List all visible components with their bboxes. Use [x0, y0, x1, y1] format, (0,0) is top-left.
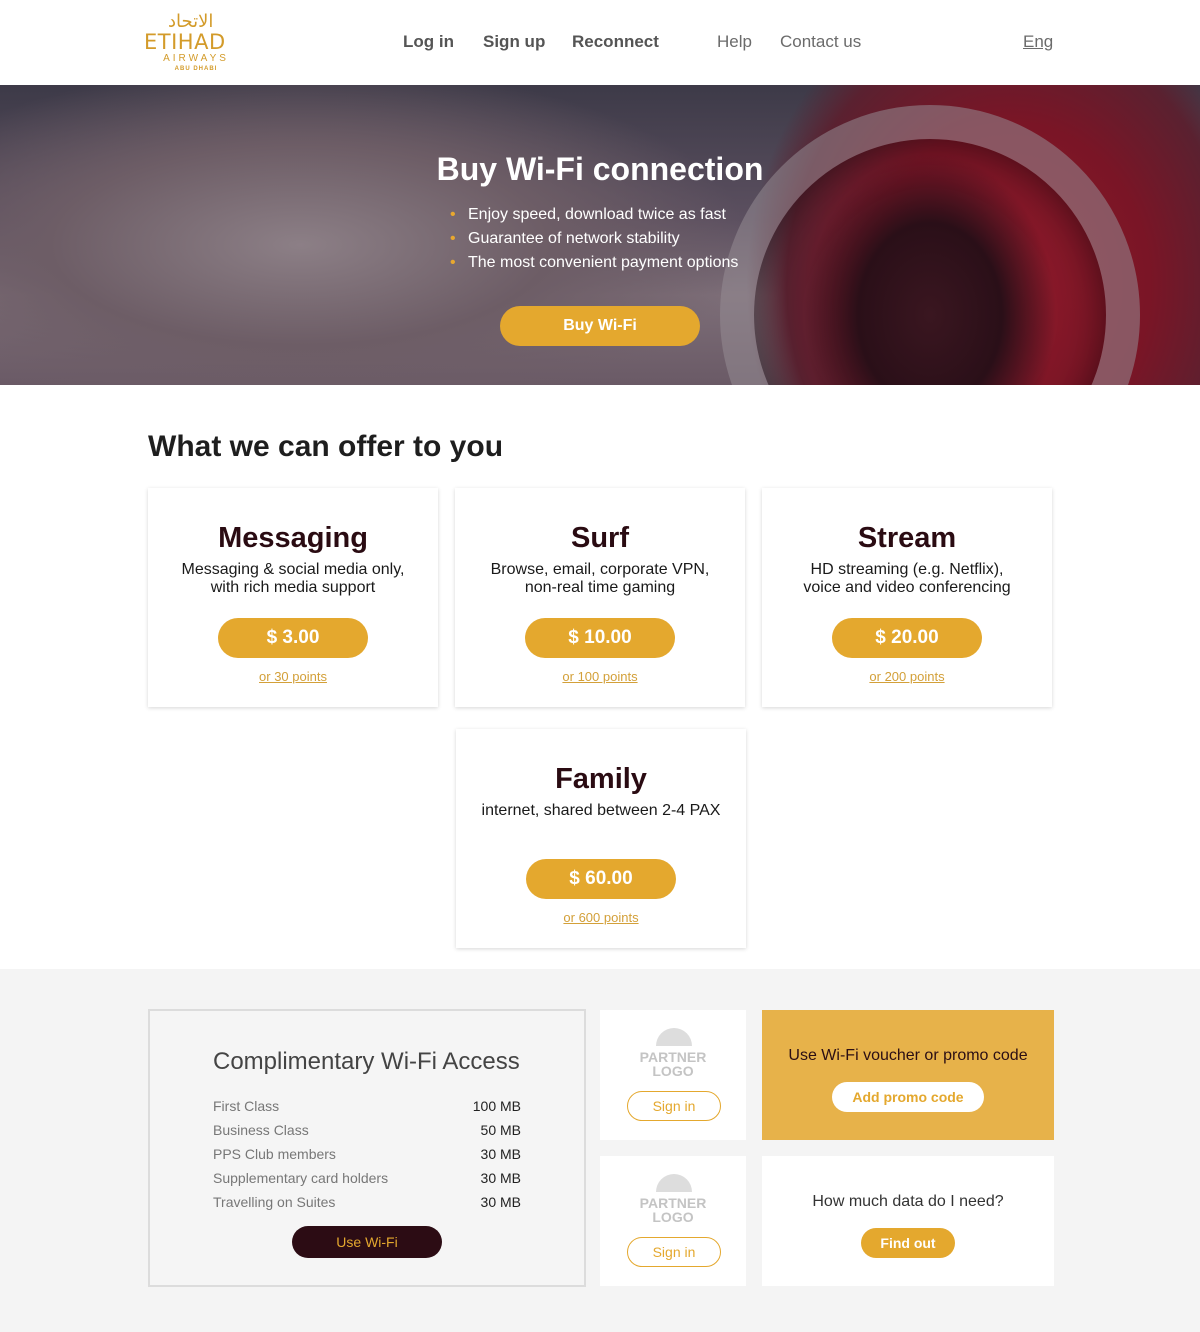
plan-description: internet, shared between 2-4 PAX: [466, 802, 736, 820]
plan-description: Messaging & social media only, with rich…: [158, 561, 428, 597]
site-header: الاتحاد ETIHAD AIRWAYS ABU DHABI Log in …: [0, 0, 1200, 85]
row-value: 50 MB: [480, 1122, 521, 1138]
complimentary-row: PPS Club members 30 MB: [213, 1144, 521, 1164]
plan-desc-line: Messaging & social media only,: [181, 561, 405, 578]
plan-card-stream: Stream HD streaming (e.g. Netflix), voic…: [762, 488, 1052, 707]
plan-description: Browse, email, corporate VPN, non-real t…: [465, 561, 735, 597]
plan-desc-line: voice and video conferencing: [803, 579, 1011, 596]
plan-card-family: Family internet, shared between 2-4 PAX …: [456, 729, 746, 948]
offers-title: What we can offer to you: [148, 430, 504, 463]
add-promo-code-button[interactable]: Add promo code: [832, 1082, 984, 1112]
hero-benefits-list: Enjoy speed, download twice as fast Guar…: [450, 203, 738, 275]
logo-airways: AIRWAYS: [163, 53, 229, 64]
plan-points-link[interactable]: or 30 points: [148, 669, 438, 685]
plan-card-surf: Surf Browse, email, corporate VPN, non-r…: [455, 488, 745, 707]
partner-logo: PARTNER LOGO: [600, 1050, 746, 1078]
row-value: 30 MB: [480, 1146, 521, 1162]
promo-title: Use Wi-Fi voucher or promo code: [788, 1047, 1028, 1064]
complimentary-row: Supplementary card holders 30 MB: [213, 1168, 521, 1188]
lower-section: Complimentary Wi-Fi Access First Class 1…: [0, 969, 1200, 1332]
partner-sign-in-button[interactable]: Sign in: [627, 1237, 721, 1267]
data-help-panel: How much data do I need? Find out: [762, 1156, 1054, 1286]
logo-arabic: الاتحاد: [168, 11, 214, 32]
plan-points-link[interactable]: or 600 points: [456, 910, 746, 926]
nav-help[interactable]: Help: [717, 31, 752, 53]
row-label: First Class: [213, 1098, 280, 1114]
complimentary-row: Business Class 50 MB: [213, 1120, 521, 1140]
plan-name: Surf: [571, 522, 629, 554]
plan-price-button[interactable]: $ 10.00: [525, 618, 675, 658]
row-value: 100 MB: [472, 1098, 521, 1114]
plan-card-messaging: Messaging Messaging & social media only,…: [148, 488, 438, 707]
plan-name: Family: [555, 763, 647, 795]
row-value: 30 MB: [480, 1170, 521, 1186]
buy-wifi-button[interactable]: Buy Wi-Fi: [500, 306, 700, 346]
data-help-title: How much data do I need?: [812, 1193, 1004, 1210]
hero-banner: Buy Wi-Fi connection Enjoy speed, downlo…: [0, 85, 1200, 385]
language-selector[interactable]: Eng: [1023, 31, 1053, 53]
find-out-button[interactable]: Find out: [861, 1228, 955, 1258]
partner-logo-line: LOGO: [652, 1063, 694, 1079]
nav-contact-us[interactable]: Contact us: [780, 31, 861, 53]
logo-city: ABU DHABI: [174, 66, 218, 72]
plan-desc-line: internet, shared between 2-4 PAX: [481, 802, 721, 819]
hero-title: Buy Wi-Fi connection: [436, 151, 764, 187]
row-value: 30 MB: [480, 1194, 521, 1210]
plan-price-button[interactable]: $ 20.00: [832, 618, 982, 658]
plan-desc-line: Browse, email, corporate VPN,: [490, 561, 710, 578]
use-wifi-button[interactable]: Use Wi-Fi: [292, 1226, 442, 1258]
plan-desc-line: HD streaming (e.g. Netflix),: [810, 561, 1004, 578]
plan-price-button[interactable]: $ 60.00: [526, 859, 676, 899]
promo-code-panel: Use Wi-Fi voucher or promo code Add prom…: [762, 1010, 1054, 1140]
plan-description: HD streaming (e.g. Netflix), voice and v…: [772, 561, 1042, 597]
row-label: Travelling on Suites: [213, 1194, 336, 1210]
hero-benefit: Enjoy speed, download twice as fast: [450, 203, 738, 227]
hero-benefit: Guarantee of network stability: [450, 227, 738, 251]
hero-engine-image: [720, 105, 1140, 385]
complimentary-title: Complimentary Wi-Fi Access: [213, 1048, 520, 1075]
row-label: Supplementary card holders: [213, 1170, 389, 1186]
row-label: PPS Club members: [213, 1146, 336, 1162]
complimentary-row: Travelling on Suites 30 MB: [213, 1192, 521, 1212]
nav-reconnect[interactable]: Reconnect: [572, 31, 659, 53]
complimentary-wifi-panel: Complimentary Wi-Fi Access First Class 1…: [148, 1009, 586, 1287]
hero-benefit: The most convenient payment options: [450, 251, 738, 275]
row-label: Business Class: [213, 1122, 309, 1138]
plan-price-button[interactable]: $ 3.00: [218, 618, 368, 658]
complimentary-row: First Class 100 MB: [213, 1096, 521, 1116]
nav-sign-up[interactable]: Sign up: [483, 31, 545, 53]
partner-card: PARTNER LOGO Sign in: [600, 1156, 746, 1286]
partner-sign-in-button[interactable]: Sign in: [627, 1091, 721, 1121]
plan-name: Stream: [857, 522, 957, 554]
etihad-logo[interactable]: الاتحاد ETIHAD AIRWAYS ABU DHABI: [144, 12, 248, 74]
plan-points-link[interactable]: or 200 points: [762, 669, 1052, 685]
partner-logo-icon: [656, 1028, 692, 1046]
nav-log-in[interactable]: Log in: [403, 31, 454, 53]
partner-logo-icon: [656, 1174, 692, 1192]
logo-brand: ETIHAD: [144, 30, 226, 54]
plan-name: Messaging: [218, 522, 368, 554]
plan-desc-line: non-real time gaming: [524, 579, 676, 596]
partner-logo-line: PARTNER: [639, 1195, 707, 1211]
plan-points-link[interactable]: or 100 points: [455, 669, 745, 685]
plan-desc-line: with rich media support: [210, 579, 376, 596]
partner-logo-line: PARTNER: [639, 1049, 707, 1065]
partner-logo: PARTNER LOGO: [600, 1196, 746, 1224]
partner-logo-line: LOGO: [652, 1209, 694, 1225]
partner-card: PARTNER LOGO Sign in: [600, 1010, 746, 1140]
